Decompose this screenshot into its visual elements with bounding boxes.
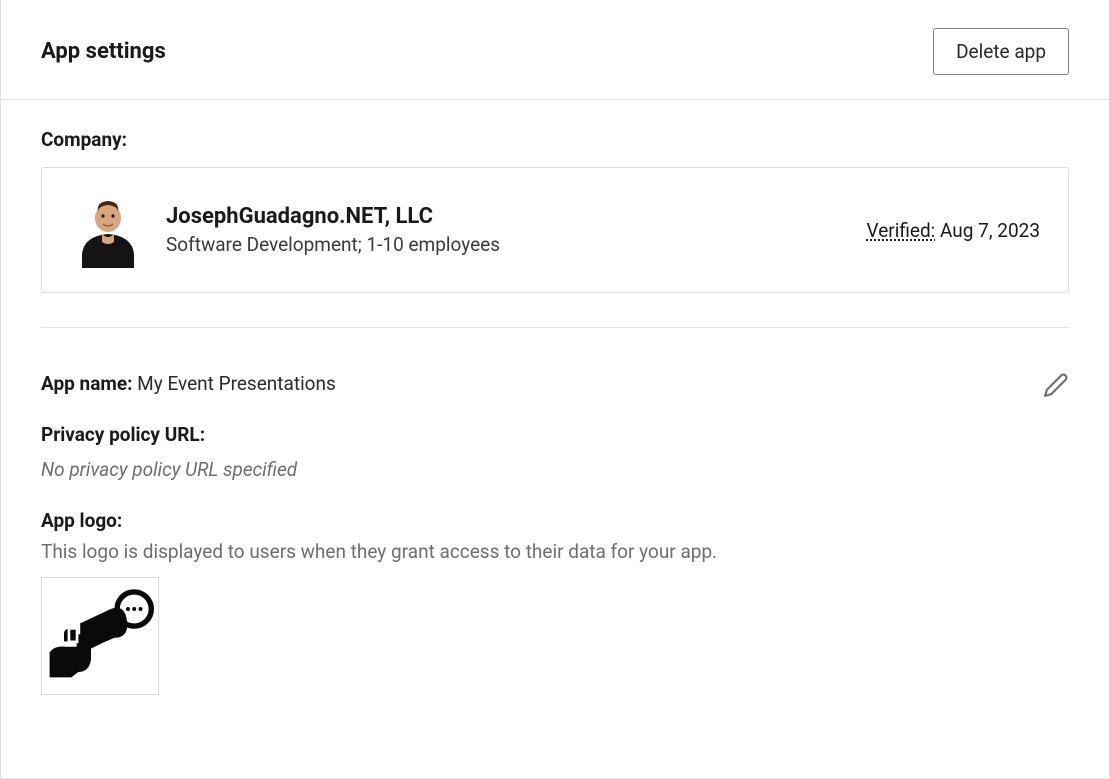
privacy-policy-row: Privacy policy URL:: [41, 423, 1069, 446]
app-logo-label: App logo:: [41, 509, 122, 532]
verified-label: Verified:: [867, 219, 936, 242]
header: App settings Delete app: [1, 0, 1109, 100]
privacy-policy-label: Privacy policy URL:: [41, 423, 205, 446]
app-logo-row: App logo:: [41, 509, 1069, 532]
page-title: App settings: [41, 39, 166, 64]
company-meta: Software Development; 1-10 employees: [166, 233, 847, 256]
edit-button[interactable]: [1043, 372, 1069, 402]
pencil-icon: [1043, 372, 1069, 398]
app-name-value: My Event Presentations: [137, 372, 336, 395]
app-details-section: App name: My Event Presentations Privacy…: [41, 372, 1069, 695]
verified-block: Verified: Aug 7, 2023: [867, 219, 1040, 242]
company-info: JosephGuadagno.NET, LLC Software Develop…: [166, 204, 847, 256]
app-name-label: App name:: [41, 372, 132, 395]
delete-app-button[interactable]: Delete app: [933, 28, 1069, 75]
company-avatar: [70, 192, 146, 268]
megaphone-speech-icon: [46, 581, 154, 691]
company-name: JosephGuadagno.NET, LLC: [166, 204, 847, 229]
divider: [41, 327, 1069, 328]
app-settings-page: App settings Delete app Company: JosephG…: [0, 0, 1110, 779]
app-logo-image: [41, 577, 159, 695]
privacy-policy-empty: No privacy policy URL specified: [41, 458, 1069, 481]
content: Company: JosephGuadagno.NET, LLC Softwar…: [1, 100, 1109, 735]
app-name-row: App name: My Event Presentations: [41, 372, 1069, 395]
company-section-label: Company:: [41, 128, 1069, 151]
app-logo-description: This logo is displayed to users when the…: [41, 540, 1069, 563]
company-card: JosephGuadagno.NET, LLC Software Develop…: [41, 167, 1069, 293]
verified-date: Aug 7, 2023: [940, 219, 1040, 242]
